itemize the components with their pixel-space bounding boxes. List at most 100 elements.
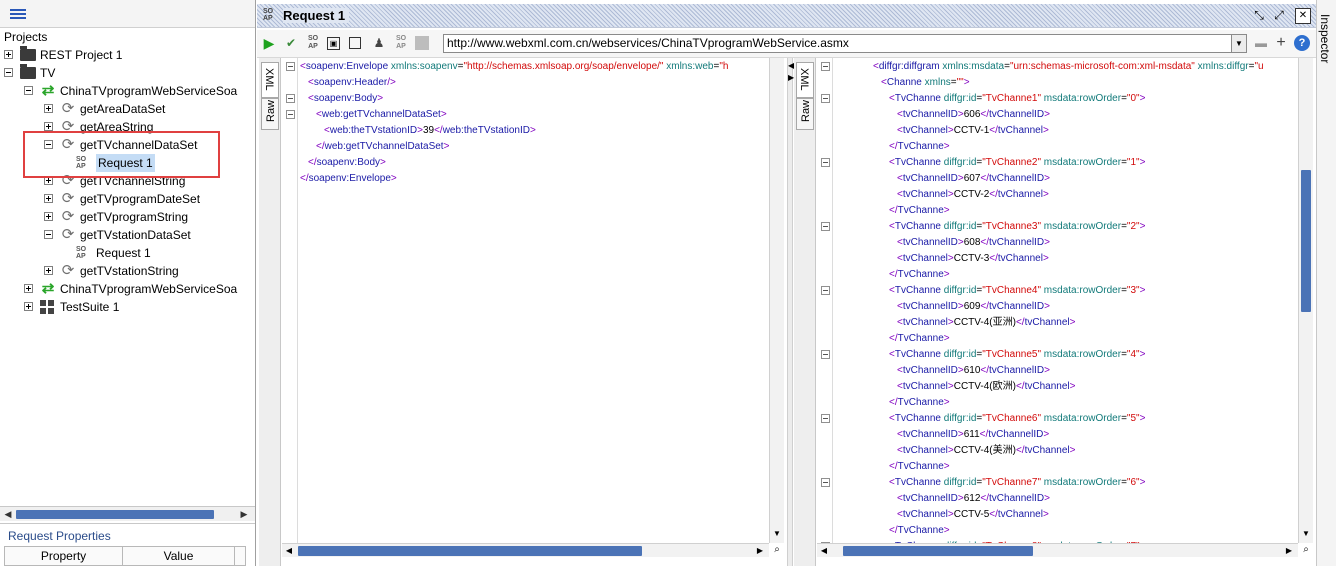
tree-node[interactable]: TestSuite 1 <box>0 298 255 316</box>
chevron-down-icon[interactable]: ▼ <box>1231 34 1247 53</box>
endpoint-combobox[interactable]: http://www.webxml.com.cn/webservices/Chi… <box>443 34 1233 53</box>
tree-node[interactable]: REST Project 1 <box>0 46 255 64</box>
create-empty-request-icon[interactable]: SO AP <box>305 35 321 51</box>
collapse-right-icon[interactable]: ▶ <box>788 74 794 82</box>
expand-icon[interactable] <box>44 122 53 131</box>
scrollbar-thumb[interactable] <box>298 546 642 556</box>
tree-node[interactable]: ⟳ getTVprogramString <box>0 208 255 226</box>
restore-icon[interactable]: ⤡ <box>1251 8 1267 24</box>
response-view-tabs: XML Raw <box>794 58 816 566</box>
expand-icon[interactable] <box>44 212 53 221</box>
tab-response-xml[interactable]: XML <box>796 62 814 98</box>
scroll-down-arrow-icon[interactable]: ▼ <box>771 528 783 540</box>
response-hscrollbar[interactable]: ◀ ▶ <box>817 543 1298 557</box>
collapse-left-icon[interactable]: ◀ <box>788 62 794 70</box>
collapse-icon[interactable] <box>4 68 13 77</box>
code-token: > <box>1042 253 1049 264</box>
request-xml-code[interactable]: <soapenv:Envelope xmlns:soapenv="http://… <box>300 59 769 543</box>
tree-node[interactable]: TV <box>0 64 255 82</box>
tree-node[interactable]: ⟳ getTVstationDataSet <box>0 226 255 244</box>
fold-toggle-icon[interactable] <box>821 222 830 231</box>
scroll-left-arrow-icon[interactable]: ◀ <box>2 509 14 520</box>
response-xml-editor[interactable]: <diffgr:diffgram xmlns:msdata="urn:schem… <box>817 58 1314 566</box>
tree-node[interactable]: ⇄ ChinaTVprogramWebServiceSoa <box>0 280 255 298</box>
tree-node[interactable]: ⟳ getTVprogramDateSet <box>0 190 255 208</box>
fold-toggle-icon[interactable] <box>821 478 830 487</box>
add-to-testcase-icon[interactable]: ♟ <box>371 35 387 51</box>
fold-toggle-icon[interactable] <box>286 110 295 119</box>
collapse-icon[interactable] <box>44 230 53 239</box>
code-token: "2" <box>1126 221 1140 232</box>
scroll-right-arrow-icon[interactable]: ▶ <box>754 545 766 557</box>
stop-request-icon[interactable] <box>349 37 361 49</box>
scroll-down-arrow-icon[interactable]: ▼ <box>1300 528 1312 540</box>
expand-icon[interactable] <box>24 302 33 311</box>
editor-splitter[interactable]: ◀ ▶ <box>787 58 794 566</box>
tab-request-raw[interactable]: Raw <box>261 98 279 130</box>
code-token: tvChannelID <box>902 365 958 376</box>
project-tree[interactable]: REST Project 1 TV ⇄ ChinaTVprogramWebServic… <box>0 46 255 506</box>
tab-request-xml[interactable]: XML <box>261 62 279 98</box>
scroll-right-arrow-icon[interactable]: ▶ <box>238 509 250 520</box>
maximize-icon[interactable]: ⤢ <box>1271 8 1287 24</box>
soap-icon[interactable]: SO AP <box>393 35 409 51</box>
code-token: tvChannelID <box>902 493 958 504</box>
navigator-hscrollbar[interactable]: ◀ ▶ <box>0 506 255 521</box>
code-line: </TvChanne> <box>889 331 950 347</box>
help-icon[interactable]: ? <box>1294 35 1310 51</box>
fold-toggle-icon[interactable] <box>821 158 830 167</box>
code-token: CCTV-2 <box>953 189 990 200</box>
submit-request-icon[interactable]: ▶ <box>261 35 277 51</box>
scroll-left-arrow-icon[interactable]: ◀ <box>283 545 295 557</box>
fold-toggle-icon[interactable] <box>286 62 295 71</box>
expand-icon[interactable] <box>4 50 13 59</box>
column-header-value[interactable]: Value <box>123 547 235 565</box>
tree-node[interactable]: SO AP Request 1 <box>0 244 255 262</box>
zoom-icon[interactable]: ⌕ <box>1299 543 1313 557</box>
scrollbar-thumb[interactable] <box>843 546 1033 556</box>
add-endpoint-icon[interactable]: + <box>1273 35 1289 51</box>
response-fold-gutter <box>817 58 833 551</box>
tree-node[interactable]: ⇄ ChinaTVprogramWebServiceSoa <box>0 82 255 100</box>
clone-request-icon[interactable]: ▣ <box>327 37 340 50</box>
scroll-right-arrow-icon[interactable]: ▶ <box>1283 545 1295 557</box>
properties-table-header: Property Value <box>4 546 246 566</box>
code-token: diffgr:id <box>940 221 977 232</box>
close-icon[interactable]: ✕ <box>1295 8 1311 24</box>
expand-icon[interactable] <box>44 266 53 275</box>
request-hscrollbar[interactable]: ◀ ▶ <box>282 543 769 557</box>
response-vscrollbar[interactable]: ▼ <box>1298 58 1313 543</box>
tree-node[interactable]: ⟳ getTVstationString <box>0 262 255 280</box>
soapui-window: Projects REST Project 1 TV ⇄ ChinaTVprogram… <box>0 0 1336 566</box>
tree-view-icon[interactable] <box>10 9 26 21</box>
response-xml-code[interactable]: <diffgr:diffgram xmlns:msdata="urn:schem… <box>841 59 1298 543</box>
scroll-left-arrow-icon[interactable]: ◀ <box>818 545 830 557</box>
zoom-icon[interactable]: ⌕ <box>770 543 784 557</box>
code-line: <TvChanne diffgr:id="TvChanne3" msdata:r… <box>889 219 1145 235</box>
expand-icon[interactable] <box>44 194 53 203</box>
code-token: tvChannelID <box>989 493 1045 504</box>
scrollbar-thumb[interactable] <box>1301 170 1311 312</box>
request-xml-editor[interactable]: <soapenv:Envelope xmlns:soapenv="http://… <box>282 58 785 566</box>
expand-icon[interactable] <box>44 104 53 113</box>
request-vscrollbar[interactable]: ▼ <box>769 58 784 543</box>
add-assertion-icon[interactable]: ✔ <box>283 35 299 51</box>
fold-toggle-icon[interactable] <box>821 350 830 359</box>
fold-toggle-icon[interactable] <box>821 94 830 103</box>
fold-toggle-icon[interactable] <box>821 62 830 71</box>
collapse-icon[interactable] <box>24 86 33 95</box>
column-header-property[interactable]: Property <box>5 547 123 565</box>
tab-response-raw[interactable]: Raw <box>796 98 814 130</box>
tree-node-label: Request 1 <box>96 246 151 260</box>
tree-node[interactable]: ⟳ getAreaDataSet <box>0 100 255 118</box>
code-token: > <box>1044 109 1050 120</box>
fold-toggle-icon[interactable] <box>821 286 830 295</box>
fold-toggle-icon[interactable] <box>286 94 295 103</box>
expand-icon[interactable] <box>24 284 33 293</box>
inspector-sidebar[interactable]: Inspector <box>1316 0 1336 566</box>
code-token: soapenv:Envelope <box>308 173 391 184</box>
scrollbar-thumb[interactable] <box>16 510 214 519</box>
fold-toggle-icon[interactable] <box>821 414 830 423</box>
soap-request-icon: SO AP <box>263 8 274 22</box>
code-token: tvChannelID <box>989 365 1045 376</box>
